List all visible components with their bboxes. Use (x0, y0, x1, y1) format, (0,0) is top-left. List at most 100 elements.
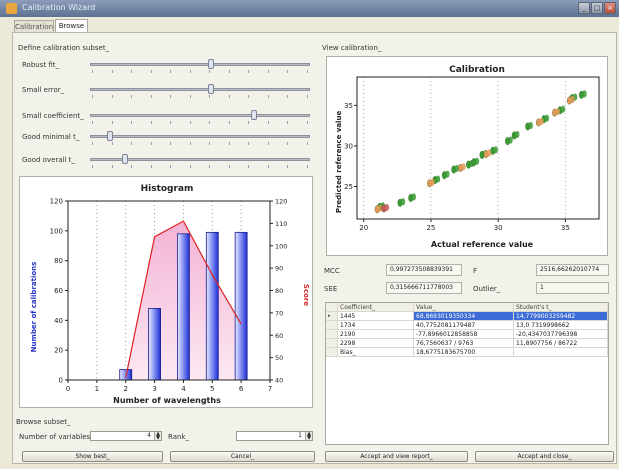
calibration-title: Calibration (449, 65, 505, 75)
slider-tick (189, 121, 191, 124)
table-cell[interactable]: 11,8907756 / 86722 (514, 339, 608, 348)
table-corner (326, 303, 338, 312)
table-header-cell[interactable]: Value_ (414, 303, 514, 312)
table-cell[interactable]: 76,7560637 / 9763 (414, 339, 514, 348)
table-cell[interactable]: -77,8966012858858 (414, 330, 514, 339)
histogram-title: Histogram (141, 184, 194, 194)
rank-spinner[interactable]: 1 ▲ ▼ (236, 431, 313, 441)
accept-view-report-button[interactable]: Accept and view report_ (325, 451, 468, 462)
spinner-arrows-icon[interactable]: ▲ ▼ (154, 432, 161, 441)
histogram-x-tick-label: 0 (66, 385, 70, 393)
slider-label: Good overall t_ (22, 156, 75, 164)
table-header-cell[interactable]: Coefficient_ (338, 303, 414, 312)
table-cell[interactable]: 2298 (338, 339, 414, 348)
minimize-button[interactable]: _ (578, 2, 590, 14)
accept-close-button[interactable]: Accept and close_ (475, 451, 614, 462)
calibration-ylabel: Predicted reference value (335, 111, 343, 214)
table-row-header[interactable] (326, 330, 338, 339)
slider-tick (228, 70, 230, 73)
slider-track[interactable] (90, 88, 310, 91)
slider-tick (92, 121, 93, 124)
number-of-variables-spinner[interactable]: 4 ▲ ▼ (90, 431, 162, 441)
cancel-button[interactable]: Cancel_ (170, 451, 315, 462)
calibration-plot-frame (356, 76, 600, 220)
slider-tick (170, 121, 171, 124)
slider-tick (170, 142, 171, 145)
slider-tick (92, 70, 93, 73)
calibration-point (474, 157, 480, 165)
slider-thumb[interactable] (207, 59, 214, 69)
table-cell[interactable]: Bias_ (338, 348, 414, 357)
table-row-header[interactable]: ▸ (326, 312, 338, 321)
calibration-point (400, 198, 406, 206)
calibration-point (486, 149, 492, 157)
slider-tick (306, 142, 308, 145)
histogram-y2-tick-label: 60 (275, 332, 283, 340)
table-row-header[interactable] (326, 348, 338, 357)
histogram-y-tick-label: 40 (54, 317, 63, 325)
stat-label-f: F (473, 267, 478, 275)
calibration-point (430, 178, 435, 186)
histogram-x-tick-label: 5 (210, 385, 214, 393)
table-cell[interactable]: 68,8693019350334 (414, 312, 514, 321)
table-cell[interactable] (514, 348, 608, 357)
slider-track[interactable] (90, 63, 310, 66)
table-cell[interactable]: -20,4347037796398 (514, 330, 608, 339)
table-header-cell[interactable]: Student's t_ (514, 303, 608, 312)
calibration-point (461, 163, 466, 171)
slider-tick (267, 142, 269, 145)
table-cell[interactable]: 2190 (338, 330, 414, 339)
slider-tick (209, 95, 210, 98)
histogram-y-tick-label: 120 (50, 198, 63, 206)
slider-label: Good minimal t_ (22, 133, 80, 141)
slider-tick (287, 121, 288, 124)
slider-tick (131, 70, 132, 73)
slider-tick (228, 142, 230, 145)
slider-thumb[interactable] (250, 110, 257, 120)
calibration-point (555, 108, 560, 116)
slider-tick (267, 70, 269, 73)
histogram-y2label: Score (302, 284, 310, 306)
slider-tick (189, 95, 191, 98)
histogram-bar (205, 231, 219, 381)
maximize-button[interactable]: □ (591, 2, 603, 14)
slider-tick (92, 165, 93, 168)
table-cell[interactable]: 14,7799003259482 (514, 312, 608, 321)
histogram-ylabel: Number of calibrations (30, 262, 38, 353)
slider-tick (267, 121, 269, 124)
slider-track[interactable] (90, 135, 310, 138)
tab-calibration[interactable]: Calibration (14, 20, 54, 32)
table-cell[interactable]: 1734 (338, 321, 414, 330)
table-cell[interactable]: 18,6775183675700 (414, 348, 514, 357)
view-calibration-label: View calibration_ (322, 44, 382, 52)
show-best-button[interactable]: Show best_ (22, 451, 163, 462)
slider-tick (189, 165, 191, 168)
slider-tick (209, 142, 210, 145)
slider-thumb[interactable] (107, 131, 114, 141)
slider-tick (248, 165, 249, 168)
table-cell[interactable]: 40,7752081179487 (414, 321, 514, 330)
table-row-header[interactable] (326, 321, 338, 330)
slider-tick (189, 142, 191, 145)
slider-track[interactable] (90, 114, 310, 117)
slider-thumb[interactable] (122, 154, 129, 164)
histogram-y-tick-label: 100 (50, 227, 63, 235)
slider-tick (228, 165, 230, 168)
slider-tick (170, 165, 171, 168)
spinner-arrows-icon[interactable]: ▲ ▼ (305, 432, 312, 441)
table-row-header[interactable] (326, 339, 338, 348)
table-cell[interactable]: 13,0 7319998662 (514, 321, 608, 330)
stat-value-outlier: 1 (536, 282, 609, 294)
tab-browse[interactable]: Browse (55, 19, 88, 32)
histogram-y2-tick-label: 80 (275, 287, 283, 295)
coefficients-table[interactable]: Coefficient_ Value_ Student's t_ ▸ 1445 68,86… (325, 302, 609, 445)
table-cell[interactable]: 1445 (338, 312, 414, 321)
slider-thumb[interactable] (207, 84, 214, 94)
slider-tick (287, 165, 288, 168)
slider-tick (131, 121, 132, 124)
stat-label-see: SEE (324, 285, 338, 293)
slider-label: Robust fit_ (22, 61, 59, 69)
calibration-x-tick-label: 20 (359, 224, 368, 232)
rank-label: Rank_ (168, 433, 189, 441)
close-button[interactable]: × (604, 2, 616, 14)
